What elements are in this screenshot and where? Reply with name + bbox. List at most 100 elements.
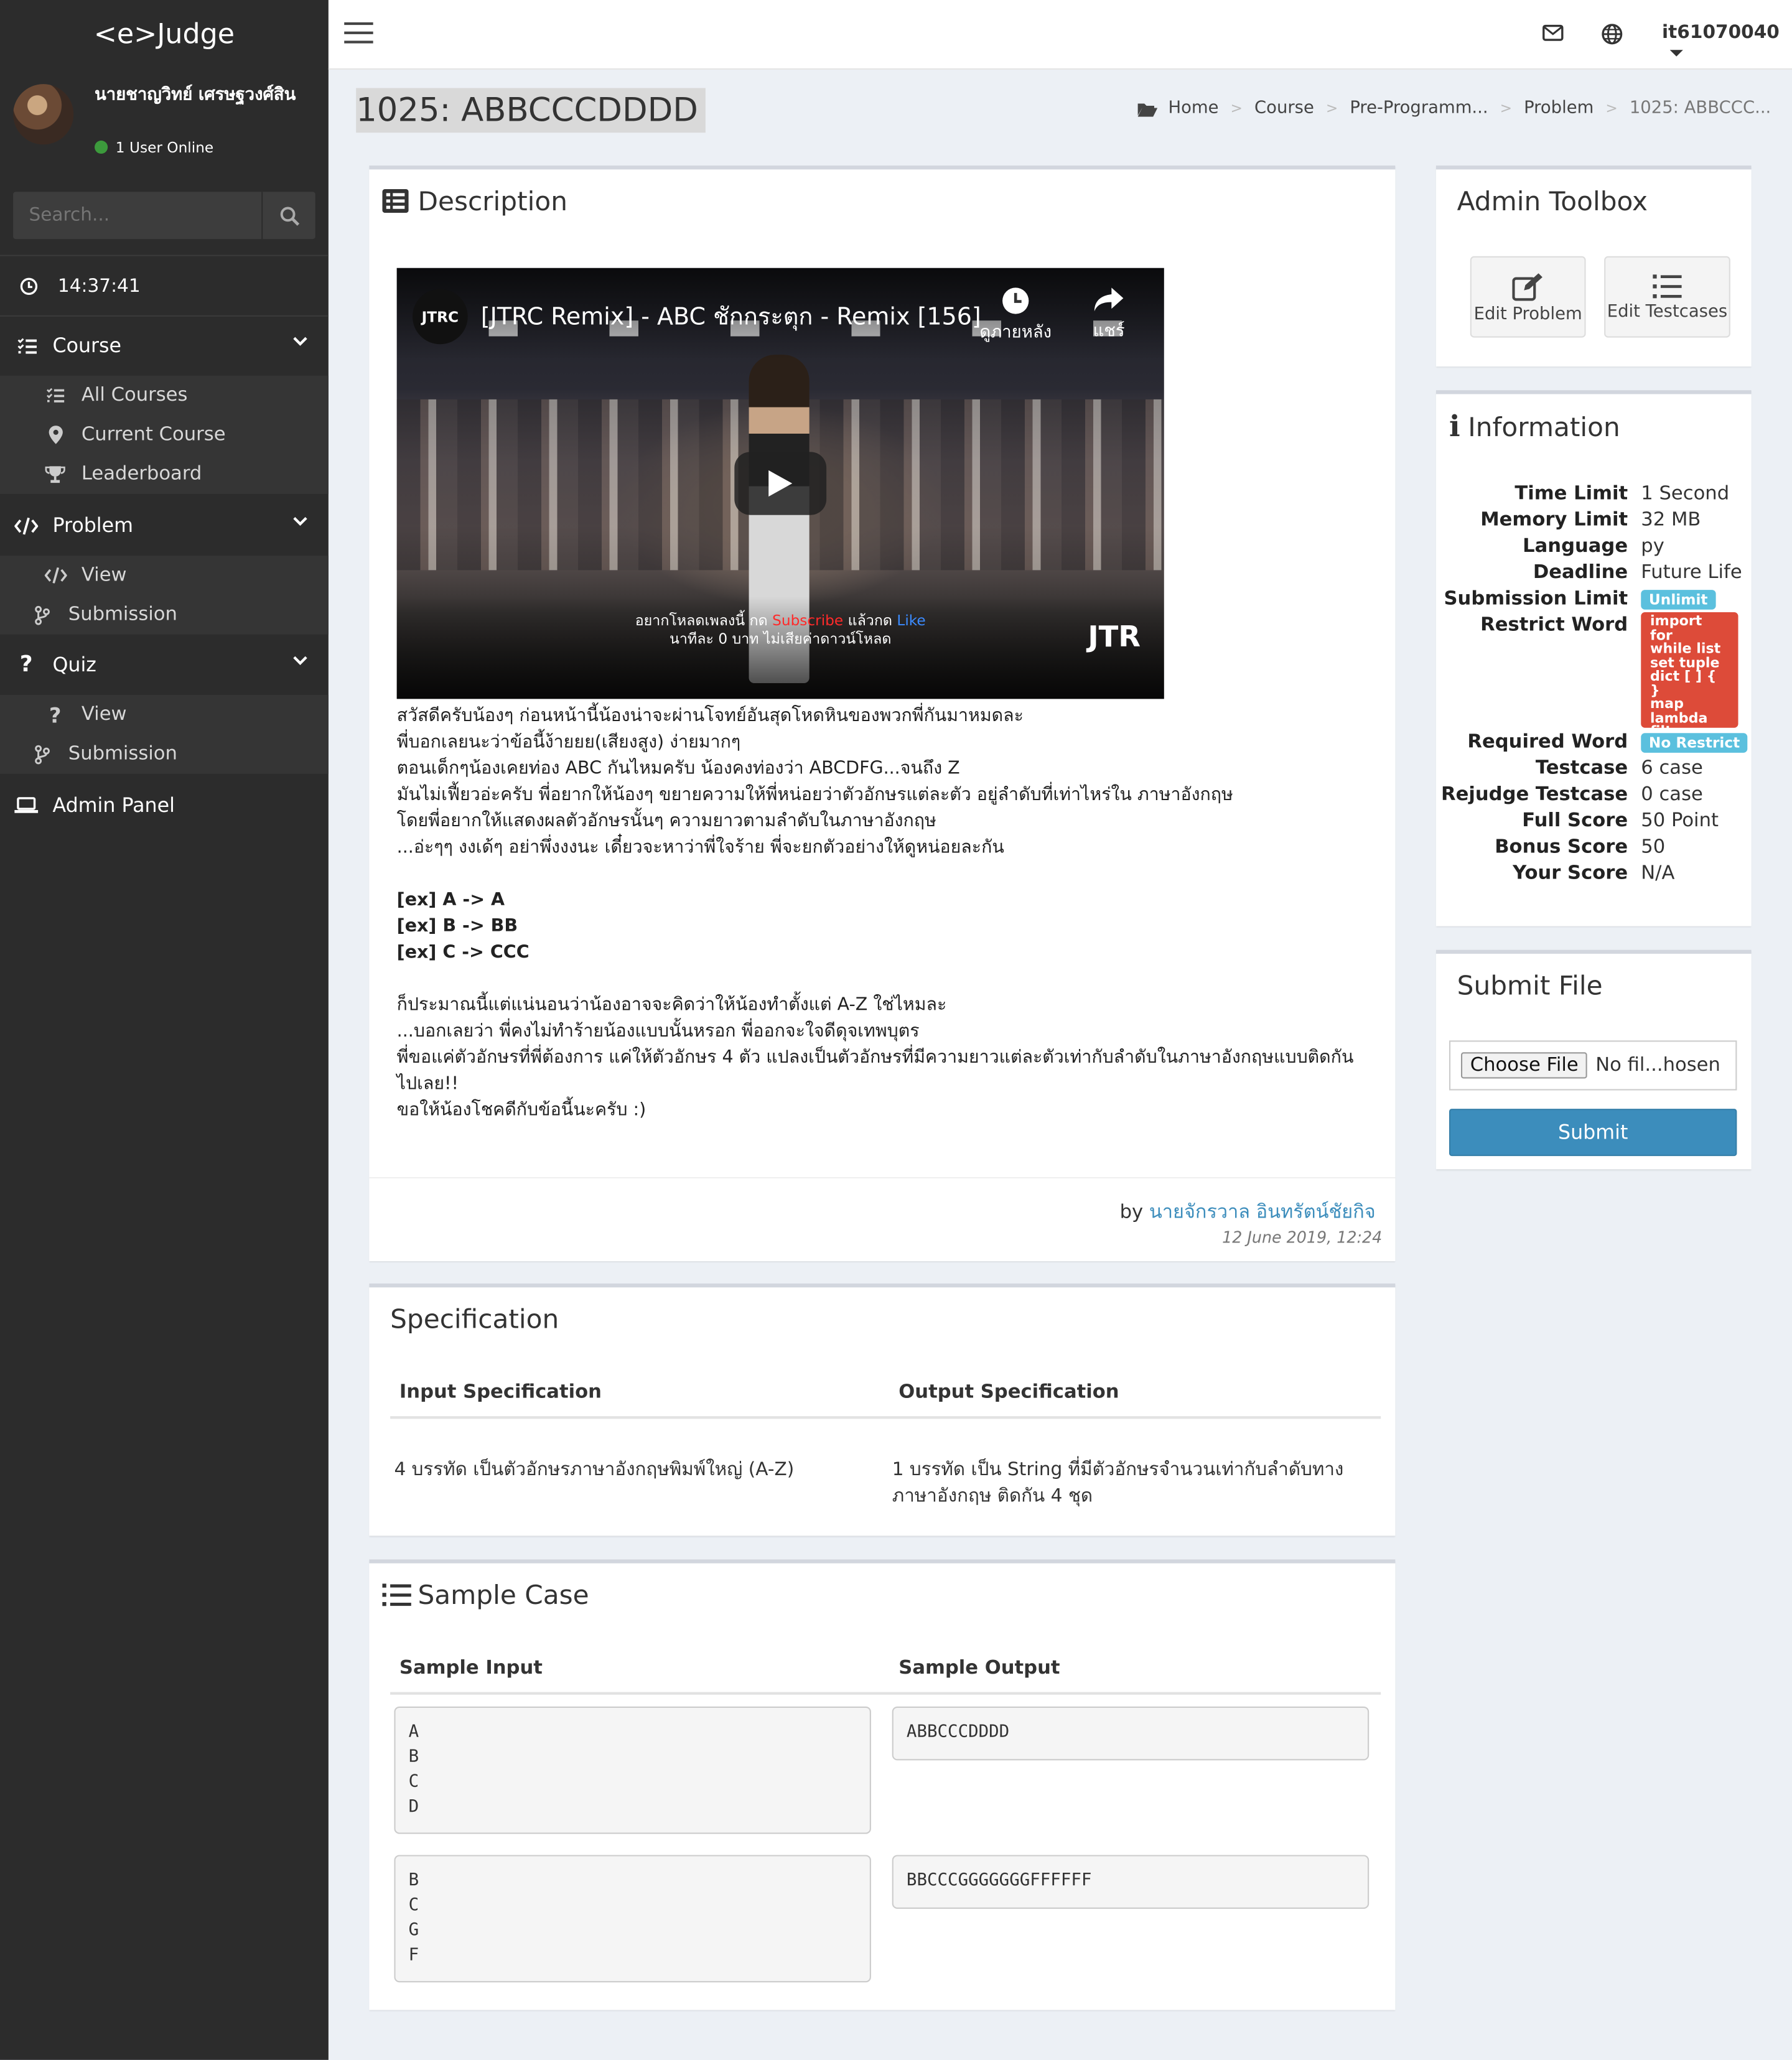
submit-button[interactable]: Submit [1449,1109,1737,1157]
nav-current-course[interactable]: Current Course [0,415,329,454]
video-watermark: JTR [1088,621,1141,655]
time-limit-row: Time Limit 1 Second [1436,483,1752,510]
restrict-word: import for [1650,613,1702,643]
breadcrumb-current: 1025: ABBCCC... [1629,98,1771,119]
nav-course-label: Course [52,333,122,358]
account-menu[interactable]: it61070040 [1662,22,1792,65]
sample-output-2[interactable]: BBCCCGGGGGGGFFFFFF [892,1855,1370,1909]
menu-toggle-icon[interactable] [344,22,373,46]
description-paragraph: ...บอกเลยว่า พี่คงไม่ทำร้ายน้องแบบนั้นหร… [396,1020,920,1042]
restrict-word: while list [1650,641,1721,657]
play-button[interactable] [734,452,827,515]
sample-case-box: Sample Case Sample Input Sample Output A… [369,1559,1396,2010]
submit-file-box: Submit File Choose File No fil...hosen S… [1435,949,1752,1170]
post-date: 12 June 2019, 12:24 [1222,1228,1383,1247]
testcase-value: 6 case [1641,758,1703,780]
file-input[interactable]: Choose File No fil...hosen [1449,1040,1737,1091]
edit-testcases-label: Edit Testcases [1607,302,1728,322]
language-label: Language [1523,536,1628,557]
example-line: [ex] C -> CCC [396,941,530,963]
share-label: แชร์ [1093,322,1125,342]
nav-admin-panel[interactable]: Admin Panel [0,775,329,836]
youtube-video-embed[interactable]: JTRC [JTRC Remix] - ABC ชักกระตุก - Remi… [396,268,1164,699]
submission-limit-badge: Unlimit [1641,590,1716,610]
edit-testcases-button[interactable]: Edit Testcases [1604,256,1730,338]
nav-quiz-submission-label: Submission [68,743,177,765]
clock-icon [1002,287,1029,314]
user-name: นายชาญวิทย์ เศรษฐวงศ์สิน [95,85,296,105]
share-button[interactable]: แชร์ [1083,286,1135,344]
required-word-badge: No Restrict [1641,733,1748,753]
nav-problem-submenu: View Submission [0,556,329,635]
sample-input-2[interactable]: B C G F [394,1855,871,1983]
search-input[interactable] [13,192,263,240]
memory-limit-value: 32 MB [1641,510,1701,531]
nav-problem-toggle[interactable]: Problem [0,495,329,556]
sample-input-1[interactable]: A B C D [394,1706,871,1834]
nav-problem-view[interactable]: View [0,556,329,595]
memory-limit-label: Memory Limit [1480,510,1628,531]
specification-box: Specification Input Specification Output… [369,1283,1396,1536]
nav-quiz: ? Quiz ? View Submission [0,635,329,774]
question-icon: ? [49,702,62,727]
output-spec-header: Output Specification [898,1382,1119,1404]
information-heading: i Information [1449,410,1620,444]
search-form [13,192,315,240]
example-line: [ex] B -> BB [396,915,518,937]
language-value: py [1641,536,1664,557]
video-title[interactable]: [JTRC Remix] - ABC ชักกระตุก - Remix [15… [481,297,981,335]
rejudge-row: Rejudge Testcase 0 case [1436,785,1752,811]
search-button[interactable] [261,192,315,240]
restrict-word: map [1650,696,1684,712]
user-panel: นายชาญวิทย์ เศรษฐวงศ์สิน 1 User Online [0,76,329,168]
nav-quiz-view[interactable]: ? View [0,695,329,734]
chevron-down-icon [293,516,307,526]
description-paragraph: ขอให้น้องโชคดีกับข้อนี้นะครับ :) [396,1099,646,1121]
account-name: it61070040 [1662,22,1780,44]
info-icon: i [1449,409,1460,444]
full-score-label: Full Score [1522,810,1628,832]
breadcrumb-home[interactable]: Home [1168,98,1218,118]
sample-output-1[interactable]: ABBCCCDDDD [892,1706,1370,1761]
nav-quiz-toggle[interactable]: ? Quiz [0,635,329,695]
map-marker-icon [29,426,81,444]
bonus-score-row: Bonus Score 50 [1436,837,1752,863]
specification-table-header: Input Specification Output Specification [390,1371,1381,1419]
nav-quiz-submission[interactable]: Submission [0,734,329,773]
nav-course-toggle[interactable]: Course [0,315,329,376]
mail-icon[interactable] [1542,24,1564,42]
nav-all-courses[interactable]: All Courses [0,376,329,415]
laptop-icon [0,796,52,815]
choose-file-button[interactable]: Choose File [1460,1052,1588,1079]
code-branch-icon [16,605,68,625]
clock-icon [0,276,58,295]
description-title: Description [418,185,567,217]
breadcrumb-problem[interactable]: Problem [1524,98,1594,118]
brand-logo[interactable]: <e>Judge [0,0,329,68]
channel-logo[interactable]: JTRC [413,289,468,345]
submission-limit-label: Submission Limit [1444,588,1628,610]
nav-admin-panel-link[interactable]: Admin Panel [0,775,329,836]
breadcrumb: Home > Course > Pre-Programm... > Problem > … [1137,98,1771,119]
information-box: i Information Time Limit 1 Second Memory … [1435,390,1752,926]
nav-problem-submission[interactable]: Submission [0,595,329,635]
admin-toolbox-title: Admin Toolbox [1457,185,1648,217]
globe-icon[interactable] [1602,24,1623,45]
restrict-word: lambda [1650,710,1708,726]
input-spec-text: 4 บรรทัด เป็นตัวอักษรภาษาอังกฤษพิมพ์ใหญ่… [394,1459,795,1481]
breadcrumb-pre-programming[interactable]: Pre-Programm... [1350,98,1488,118]
nav-leaderboard[interactable]: Leaderboard [0,455,329,494]
edit-problem-button[interactable]: Edit Problem [1470,256,1586,338]
nav-course-submenu: All Courses Current Course Leaderboard [0,375,329,494]
author-link[interactable]: นายจักรวาล อินทรัตน์ชัยกิจ [1149,1202,1376,1223]
full-score-row: Full Score 50 Point [1436,811,1752,837]
nav-admin-label: Admin Panel [52,793,175,818]
sample-case-title: Sample Case [418,1579,589,1611]
watch-later-button[interactable]: ดูภายหลัง [973,286,1059,345]
caret-down-icon [1669,50,1683,57]
description-paragraph: พี่ขอแค่ตัวอักษรที่พี่ต้องการ แค่ให้ตัวอ… [396,1046,1354,1094]
no-file-text: No fil...hosen [1595,1055,1720,1076]
trophy-icon [29,465,81,483]
breadcrumb-course[interactable]: Course [1254,98,1314,118]
chevron-down-icon [293,656,307,665]
